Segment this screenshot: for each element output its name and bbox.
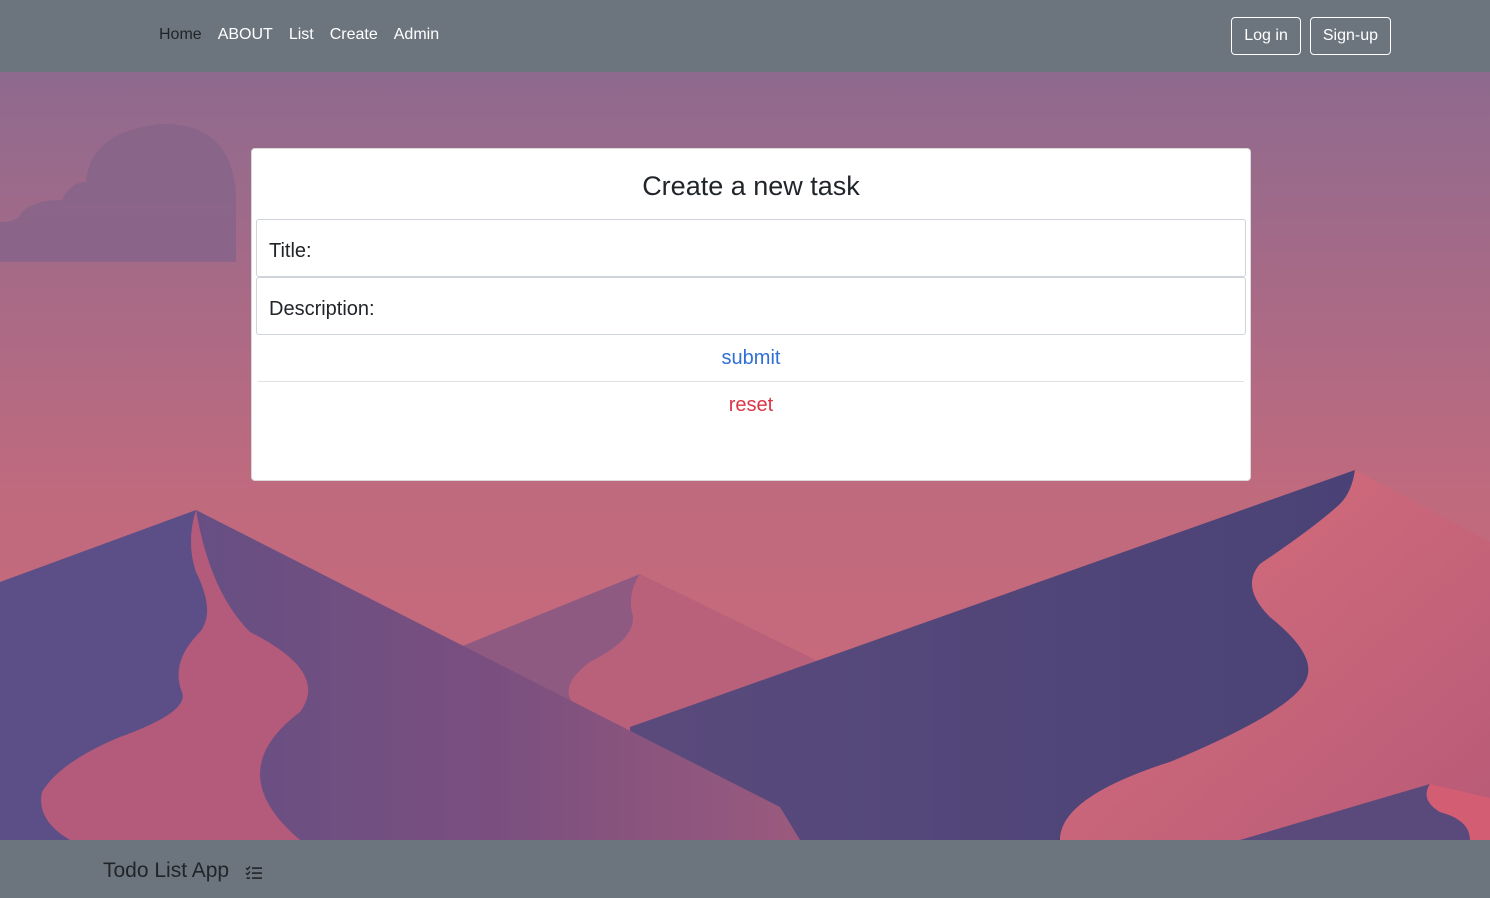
nav-link-list[interactable]: List [289,24,314,46]
auth-buttons: Log in Sign-up [1231,17,1391,55]
top-navbar: Home ABOUT List Create Admin Log in Sign… [0,0,1490,72]
nav-link-home[interactable]: Home [159,24,202,46]
card-heading: Create a new task [642,171,860,201]
nav-link-admin[interactable]: Admin [394,24,439,46]
checklist-icon [245,863,263,879]
signup-button[interactable]: Sign-up [1309,17,1391,55]
footer: Todo List App [0,840,1490,898]
description-input[interactable] [397,290,1231,324]
title-field[interactable]: Title: [256,219,1246,277]
title-input[interactable] [397,232,1231,266]
create-task-card: Create a new task Title: Description: su… [251,148,1251,481]
brand-name: Todo List App [103,859,230,882]
nav-link-create[interactable]: Create [330,24,378,46]
title-label: Title: [269,240,312,262]
reset-button[interactable]: reset [258,392,1244,418]
divider [258,381,1244,382]
footer-brand: Todo List App [103,859,263,883]
description-label: Description: [269,298,375,320]
description-field[interactable]: Description: [256,277,1246,335]
submit-button[interactable]: submit [258,345,1244,371]
nav-link-about[interactable]: ABOUT [218,24,273,46]
nav-links: Home ABOUT List Create Admin [159,24,439,46]
login-button[interactable]: Log in [1231,17,1301,55]
